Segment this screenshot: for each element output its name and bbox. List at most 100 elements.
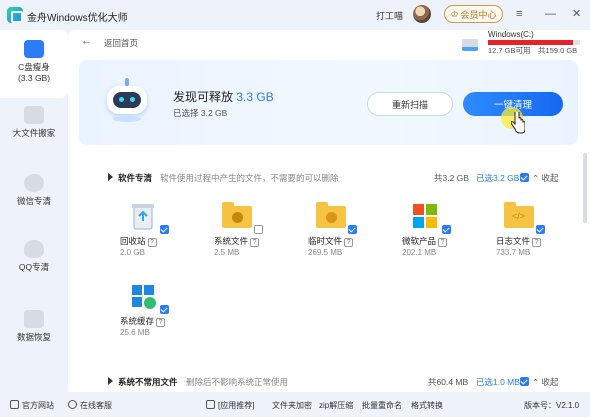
footer-label: 官方网站 (22, 401, 54, 410)
help-icon[interactable]: ? (147, 238, 157, 247)
section-desc: 删除后不影响系统正常使用 (186, 377, 289, 387)
item-size: 269.5 MB (308, 248, 343, 257)
disk-name: Windows(C:) (488, 30, 534, 39)
sidebar-item-label: 微信专清 (16, 196, 51, 206)
help-icon[interactable]: ? (438, 238, 448, 247)
menu-icon[interactable]: ≡ (516, 8, 522, 20)
app-recommend-link[interactable]: [应用推荐] (206, 400, 254, 411)
item-size: 25.6 MB (120, 328, 150, 337)
item-checkbox[interactable] (254, 225, 263, 234)
hand-cursor-icon (511, 112, 525, 134)
collapse-toggle[interactable]: ⌃ 收起 (532, 376, 559, 388)
footer-label: [应用推荐] (218, 401, 255, 410)
version-label: 版本号：V2.1.0 (524, 401, 580, 410)
sidebar-item-c-slim[interactable]: C盘瘦身 (3.3 GB) (0, 30, 68, 98)
section-title: 软件专清 (118, 173, 153, 183)
sidebar-item-qq-clean[interactable]: QQ专清 (0, 240, 68, 286)
rescan-button[interactable]: 重新扫描 (367, 92, 453, 116)
item-label: 系统文件 (214, 236, 249, 246)
grid-icon (206, 400, 215, 409)
item-name: 临时文件? (308, 235, 354, 247)
online-support-link[interactable]: 在线客服 (68, 400, 112, 411)
back-arrow-icon[interactable]: ← (81, 35, 92, 47)
item-label: 回收站 (120, 236, 146, 246)
releasable-summary: 发现可释放 3.3 GB (173, 88, 274, 105)
item-name: 系统缓存? (120, 315, 166, 327)
official-site-link[interactable]: 官方网站 (10, 400, 54, 411)
help-icon[interactable]: ? (156, 318, 166, 327)
vip-center-button[interactable]: ♔ 会员中心 (444, 5, 503, 23)
item-checkbox[interactable] (536, 225, 545, 234)
item-checkbox[interactable] (348, 225, 357, 234)
help-icon[interactable]: ? (250, 238, 260, 247)
expand-triangle-icon (108, 173, 113, 181)
sidebar-item-label: QQ专清 (18, 262, 50, 272)
folder-encrypt-link[interactable]: 文件夹加密 (272, 400, 312, 411)
scrollbar[interactable] (583, 153, 587, 223)
minimize-icon[interactable]: — (545, 8, 556, 20)
help-icon[interactable]: ? (532, 238, 542, 247)
wechat-icon (24, 174, 44, 192)
user-name[interactable]: 打工喵 (376, 9, 403, 22)
section-title: 系统不常用文件 (118, 377, 178, 387)
item-checkbox[interactable] (160, 305, 169, 314)
item-name: 日志文件? (496, 235, 542, 247)
expand-triangle-icon (108, 377, 113, 385)
section-rarely-used-files[interactable]: 系统不常用文件 删除后不影响系统正常使用 共60.4 MB 已选1.0 MB ⌃… (108, 376, 578, 388)
collapse-toggle[interactable]: ⌃ 收起 (532, 172, 559, 184)
sidebar-item-data-recovery[interactable]: 数据恢复 (0, 310, 68, 356)
item-name: 系统文件? (214, 235, 260, 247)
item-name: 微软产品? (402, 235, 448, 247)
item-name: 回收站? (120, 235, 157, 247)
title-bar: 金舟Windows优化大师 打工喵 ♔ 会员中心 ≡ — ✕ (0, 0, 590, 30)
section-desc: 软件使用过程中产生的文件，不需要的可以删除 (160, 173, 339, 183)
system-folder-icon (222, 202, 252, 230)
sidebar-item-large-file-move[interactable]: 大文件搬家 (0, 106, 68, 152)
item-label: 微软产品 (402, 236, 437, 246)
section-select-checkbox[interactable] (520, 173, 529, 182)
recycle-bin-icon (132, 204, 154, 230)
section-select-checkbox[interactable] (520, 377, 529, 386)
app-title: 金舟Windows优化大师 (27, 13, 128, 24)
section-total: 共60.4 MB (428, 377, 469, 387)
item-size: 202.1 MB (402, 248, 437, 257)
disk-free-space: 12.7 GB可用 (488, 46, 531, 55)
section-total: 共3.2 GB (434, 173, 469, 183)
disk-icon (24, 40, 44, 58)
microsoft-icon (413, 204, 437, 228)
headset-icon (68, 400, 77, 409)
sidebar: C盘瘦身 (3.3 GB) 大文件搬家 微信专清 QQ专清 数据恢复 (0, 30, 68, 392)
section-selected: 已选1.0 MB (476, 377, 520, 387)
zip-extract-link[interactable]: zip解压缩 (319, 400, 353, 411)
chevron-up-icon: ⌃ (532, 377, 540, 387)
sidebar-item-label: 数据恢复 (16, 332, 51, 342)
temp-folder-icon (316, 202, 346, 230)
restore-icon (24, 310, 44, 328)
selected-size: 已选择 3.2 GB (173, 108, 228, 118)
item-label: 日志文件 (496, 236, 531, 246)
footer-label: 在线客服 (80, 401, 112, 410)
sidebar-item-wechat-clean[interactable]: 微信专清 (0, 174, 68, 220)
batch-rename-link[interactable]: 批量重命名 (362, 400, 402, 411)
avatar[interactable] (413, 5, 431, 23)
sidebar-item-label: C盘瘦身 (18, 62, 50, 72)
releasable-label: 发现可释放 (173, 90, 234, 104)
format-convert-link[interactable]: 格式转换 (411, 400, 443, 411)
box-icon (24, 106, 44, 124)
sidebar-item-label: 大文件搬家 (12, 128, 56, 138)
hard-drive-icon (462, 39, 478, 51)
item-size: 2.0 GB (120, 248, 145, 257)
section-software-clean[interactable]: 软件专清 软件使用过程中产生的文件，不需要的可以删除 共3.2 GB 已选3.2… (108, 172, 578, 184)
log-folder-icon: </> (504, 202, 534, 230)
system-cache-icon (132, 285, 156, 309)
home-icon (10, 400, 19, 409)
back-home-link[interactable]: 返回首页 (104, 37, 138, 49)
item-checkbox[interactable] (160, 225, 169, 234)
help-icon[interactable]: ? (344, 238, 354, 247)
close-icon[interactable]: ✕ (572, 8, 581, 20)
item-checkbox[interactable] (442, 225, 451, 234)
section-selected: 已选3.2 GB (476, 173, 520, 183)
footer-bar: 官方网站 在线客服 [应用推荐] 文件夹加密 zip解压缩 批量重命名 格式转换… (0, 392, 590, 417)
chevron-up-icon: ⌃ (532, 173, 540, 183)
robot-mascot-icon (103, 78, 151, 124)
